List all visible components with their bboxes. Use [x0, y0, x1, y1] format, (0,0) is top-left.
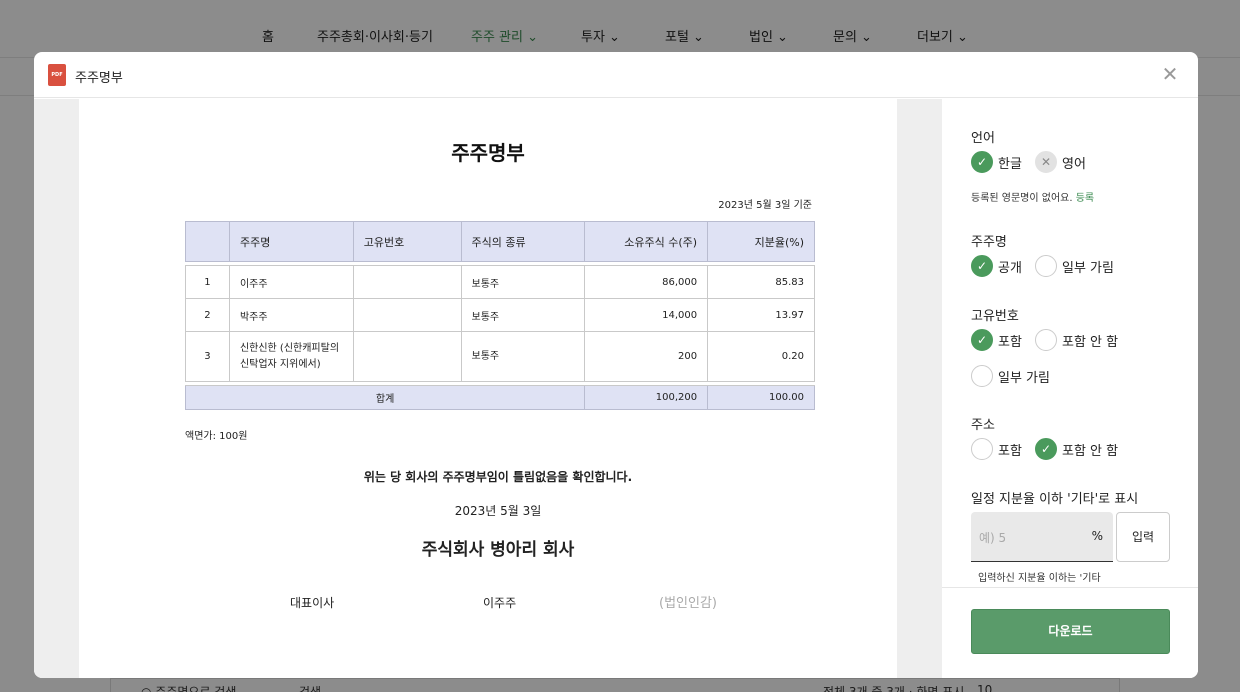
- table-row: 1 이주주 보통주 86,000 85.83: [185, 265, 815, 299]
- download-button[interactable]: 다운로드: [971, 609, 1170, 654]
- english-name-note: 등록된 영문명이 없어요. 등록: [971, 193, 1095, 204]
- table-header-row: 주주명 고유번호 주식의 종류 소유주식 수(주) 지분율(%): [185, 221, 815, 262]
- col-shares: 소유주식 수(주): [584, 221, 709, 262]
- threshold-percent-input[interactable]: 예) 5 %: [971, 512, 1113, 562]
- check-icon: ✓: [971, 329, 993, 351]
- language-label: 언어: [971, 131, 995, 146]
- holder-name-public-option[interactable]: ✓ 공개: [971, 255, 1022, 277]
- threshold-label: 일정 지분율 이하 '기타'로 표시: [971, 492, 1139, 507]
- options-panel: 언어 ✓ 한글 ✕ 영어 등록된 영문명이 없어요. 등록 주주명 ✓ 공개 일부 가…: [942, 99, 1198, 587]
- company-name: 주식회사 병아리 회사: [421, 540, 575, 560]
- check-icon: ✓: [1035, 438, 1057, 460]
- col-type: 주식의 종류: [460, 221, 586, 262]
- document-title: 주주명부: [451, 141, 525, 165]
- address-exclude-option[interactable]: ✓ 포함 안 함: [1035, 438, 1118, 460]
- register-link[interactable]: 등록: [1076, 193, 1094, 204]
- confirmation-text: 위는 당 회사의 주주명부임이 틀림없음을 확인합니다.: [363, 470, 633, 484]
- modal-title: 주주명부: [75, 71, 123, 86]
- face-value: 액면가: 100원: [185, 431, 248, 442]
- threshold-enter-button[interactable]: 입력: [1116, 512, 1170, 562]
- document-page: 주주명부 2023년 5월 3일 기준 주주명 고유번호 주식의 종류 소유주식…: [79, 99, 897, 678]
- address-include-option[interactable]: 포함: [971, 438, 1022, 460]
- pdf-icon: PDF: [48, 64, 66, 86]
- language-korean-option[interactable]: ✓ 한글: [971, 151, 1022, 173]
- radio-icon: [1035, 255, 1057, 277]
- unique-id-exclude-option[interactable]: 포함 안 함: [1035, 329, 1118, 351]
- holder-name-partial-option[interactable]: 일부 가림: [1035, 255, 1114, 277]
- representative-title: 대표이사: [290, 596, 335, 610]
- panel-footer: 다운로드: [942, 587, 1198, 678]
- percent-unit: %: [1091, 529, 1103, 543]
- holder-name-label: 주주명: [971, 235, 1007, 250]
- shareholder-register-modal: PDF 주주명부 ✕ 주주명부 2023년 5월 3일 기준 주주명 고유번호 …: [34, 52, 1198, 678]
- col-id: 고유번호: [352, 221, 462, 262]
- address-label: 주소: [971, 418, 995, 433]
- radio-icon: [1035, 329, 1057, 351]
- total-row: 합계 100,200 100.00: [184, 385, 815, 410]
- corporate-seal: (법인인감): [659, 596, 717, 611]
- representative-name: 이주주: [483, 596, 517, 610]
- x-icon: ✕: [1035, 151, 1057, 173]
- pdf-preview[interactable]: 주주명부 2023년 5월 3일 기준 주주명 고유번호 주식의 종류 소유주식…: [34, 99, 942, 678]
- check-icon: ✓: [971, 151, 993, 173]
- col-no: [185, 221, 230, 262]
- as-of-date: 2023년 5월 3일 기준: [718, 200, 812, 211]
- close-icon[interactable]: ✕: [1160, 64, 1180, 84]
- modal-header: PDF 주주명부 ✕: [34, 52, 1198, 98]
- language-english-option[interactable]: ✕ 영어: [1035, 151, 1086, 173]
- table-row: 3 신한신한 (신한캐피탈의 신탁업자 지위에서) 보통주 200 0.20: [185, 331, 815, 382]
- shareholder-table: 주주명 고유번호 주식의 종류 소유주식 수(주) 지분율(%) 1 이주주 보…: [184, 221, 815, 410]
- col-ratio: 지분율(%): [707, 221, 815, 262]
- radio-icon: [971, 365, 993, 387]
- threshold-placeholder: 예) 5: [979, 531, 1007, 545]
- unique-id-partial-option[interactable]: 일부 가림: [971, 365, 1050, 387]
- threshold-hint: 입력하신 지분율 이하는 '기타: [978, 573, 1101, 584]
- radio-icon: [971, 438, 993, 460]
- signature-date: 2023년 5월 3일: [454, 504, 542, 518]
- unique-id-include-option[interactable]: ✓ 포함: [971, 329, 1022, 351]
- table-row: 2 박주주 보통주 14,000 13.97: [185, 298, 815, 332]
- check-icon: ✓: [971, 255, 993, 277]
- col-name: 주주명: [228, 221, 354, 262]
- unique-id-label: 고유번호: [971, 309, 1019, 324]
